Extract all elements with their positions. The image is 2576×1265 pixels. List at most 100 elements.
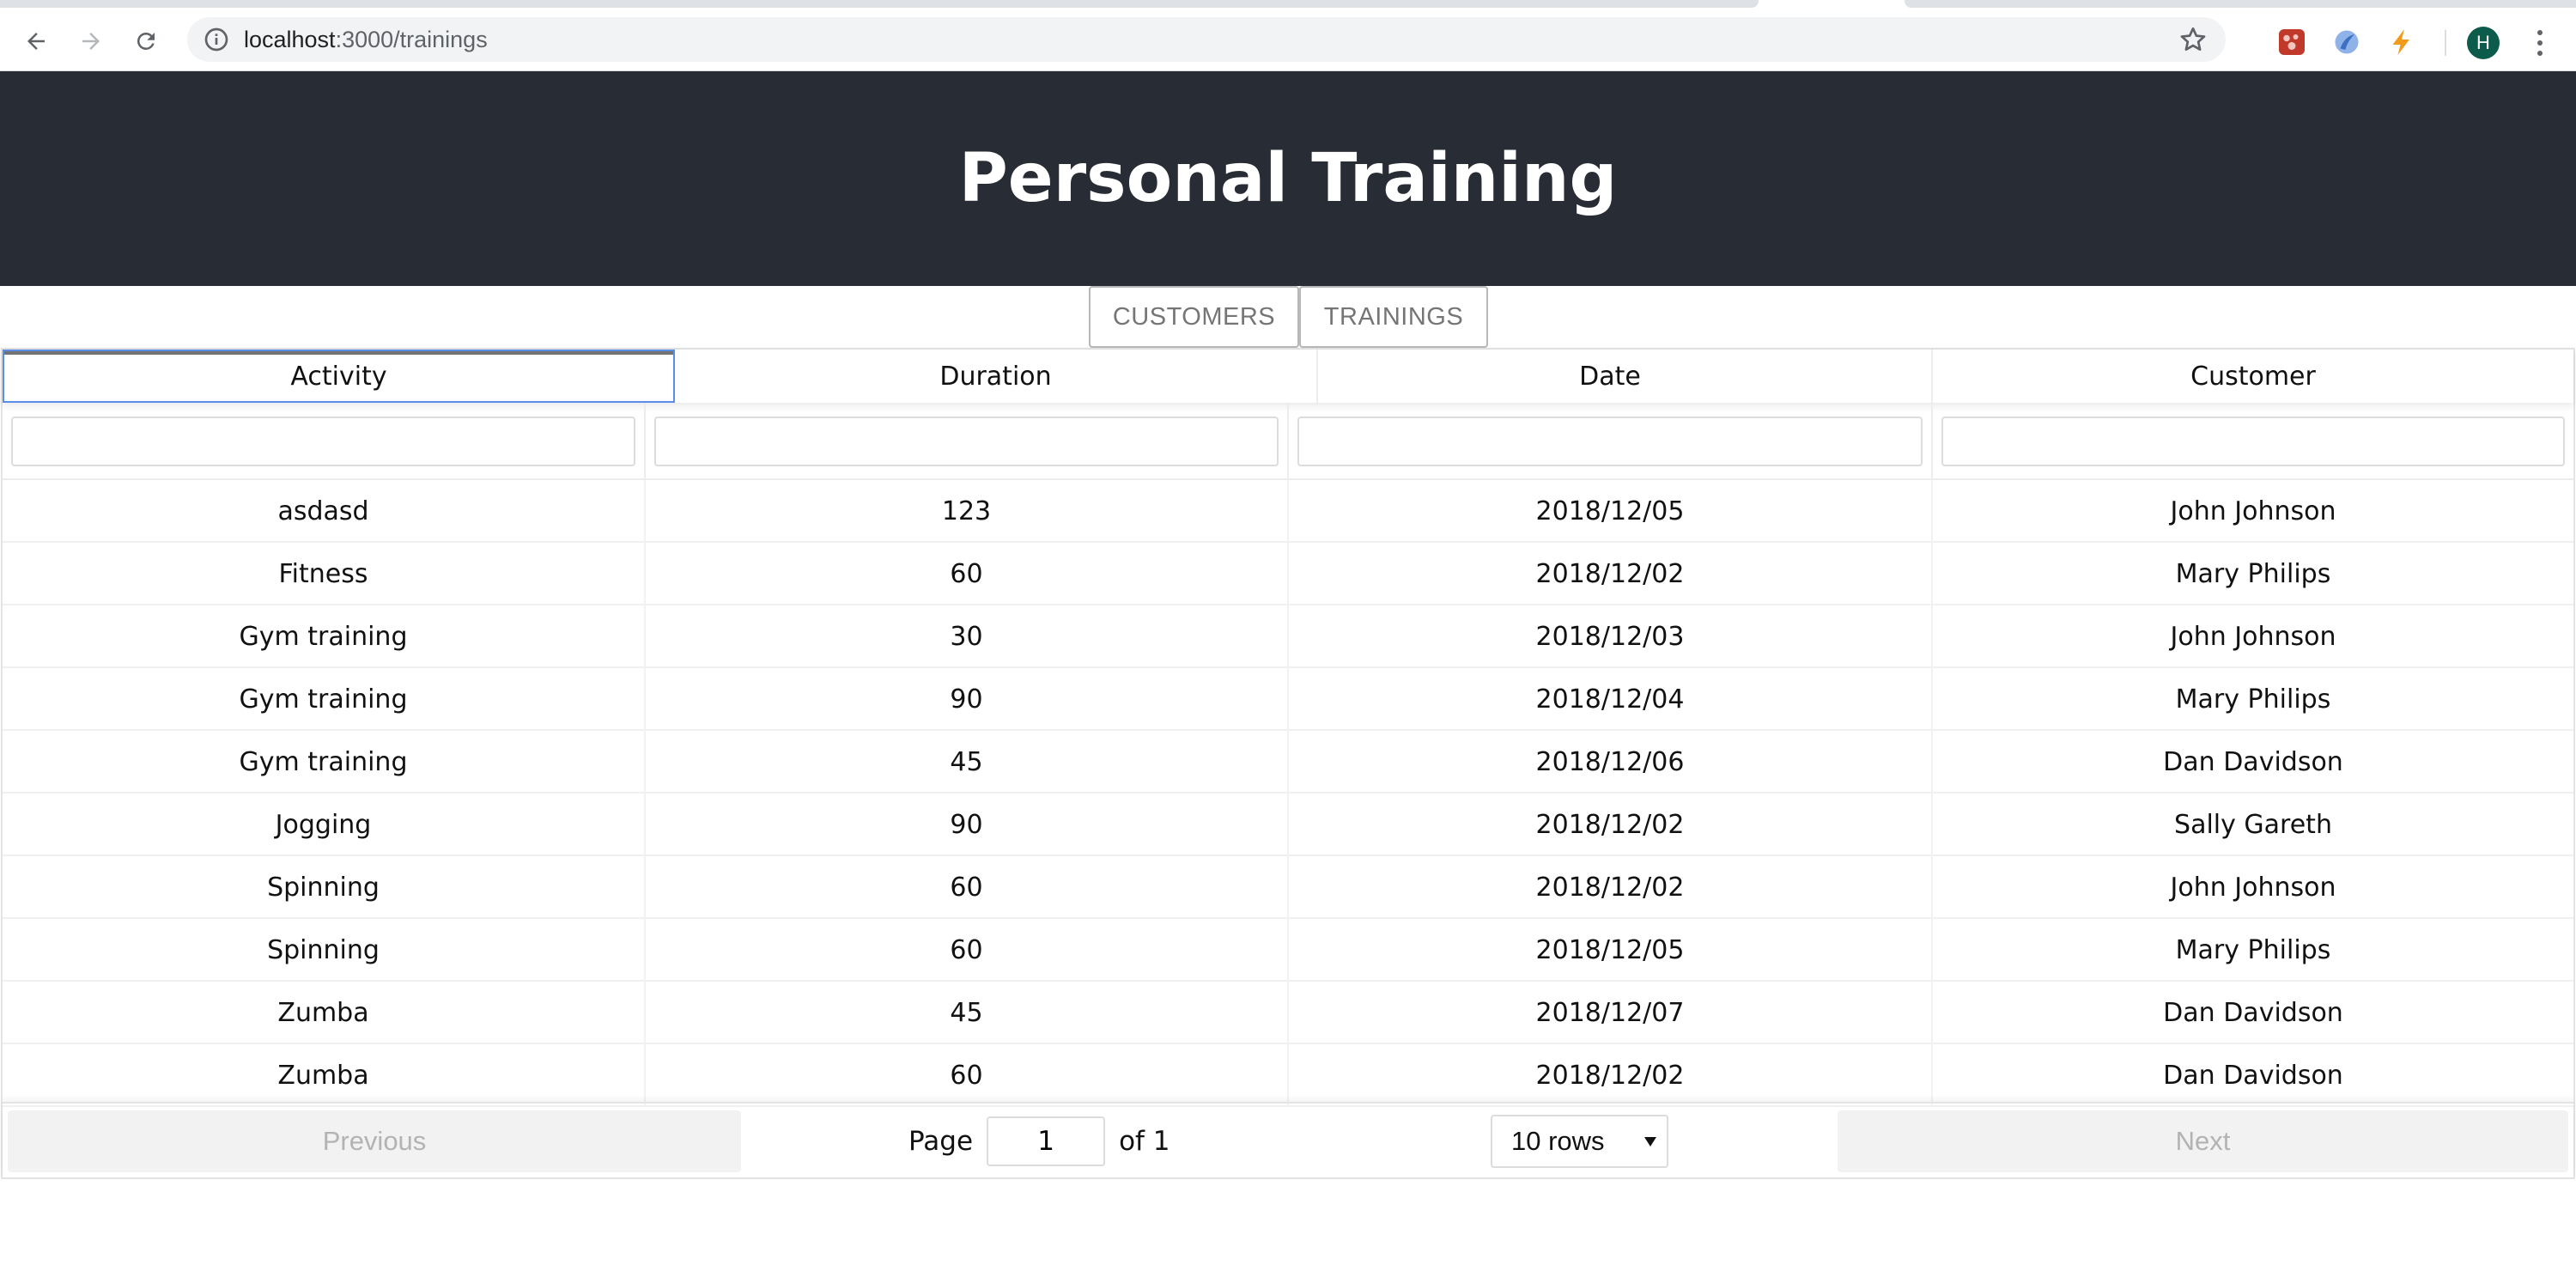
tab-strip [0,0,2576,8]
cell-date: 2018/12/02 [1289,794,1933,856]
filter-cell-customer [1933,403,2573,480]
filter-input-activity[interactable] [11,417,635,466]
table-row[interactable]: Gym training 90 2018/12/04 Mary Philips [3,668,2573,731]
cell-customer: John Johnson [2170,873,2336,903]
page-info: Page of 1 [908,1110,1170,1172]
table-row[interactable]: Gym training 45 2018/12/06 Dan Davidson [3,731,2573,794]
cell-customer: Dan Davidson [2163,998,2343,1028]
url-path: :3000/trainings [335,27,488,52]
address-bar[interactable]: localhost:3000/trainings [187,17,2226,62]
back-button[interactable] [17,22,55,60]
table-row[interactable]: Zumba 60 2018/12/02 Dan Davidson [3,1044,2573,1107]
extension-blue-icon[interactable] [2331,27,2362,58]
column-header-duration[interactable]: Duration [675,350,1318,403]
page-title: Personal Training [958,140,1618,217]
dropdown-caret-icon [1644,1137,1656,1146]
forward-arrow-icon [82,33,100,50]
cell-duration: 60 [646,919,1289,982]
cell-duration: 30 [646,605,1289,668]
back-arrow-icon [27,33,45,50]
bookmark-star-icon[interactable] [2178,24,2208,55]
tab-strip-bg-right [1905,0,2576,8]
table-row[interactable]: Fitness 60 2018/12/02 Mary Philips [3,543,2573,605]
cell-date: 2018/12/06 [1289,731,1933,794]
cell-duration: 60 [646,543,1289,605]
cell-activity: Jogging [3,794,646,856]
info-icon[interactable] [203,26,230,53]
filter-input-customer[interactable] [1941,417,2565,466]
browser-menu-icon[interactable] [2528,27,2552,59]
filter-cell-date [1289,403,1933,480]
reload-button[interactable] [127,22,165,60]
extension-red-icon[interactable] [2276,27,2307,58]
cell-date: 2018/12/05 [1289,480,1933,543]
cell-customer: Mary Philips [2175,935,2331,965]
cell-date: 2018/12/05 [1289,919,1933,982]
pagination: Previous Page of 1 10 rows Next [3,1102,2573,1177]
cell-activity: Zumba [3,982,646,1044]
cell-duration: 90 [646,794,1289,856]
cell-duration: 123 [646,480,1289,543]
filter-input-date[interactable] [1297,417,1923,466]
table-header: Activity Duration Date Customer [3,350,2573,403]
filter-input-duration[interactable] [654,417,1279,466]
cell-activity: Gym training [3,731,646,794]
cell-date: 2018/12/02 [1289,856,1933,919]
cell-customer: Sally Gareth [2174,810,2332,840]
table-row[interactable]: Jogging 90 2018/12/02 Sally Gareth [3,794,2573,856]
page-total: of 1 [1119,1126,1170,1157]
cell-duration: 45 [646,731,1289,794]
column-header-customer[interactable]: Customer [1933,350,2573,403]
cell-customer: Dan Davidson [2163,747,2343,777]
rows-per-page-select[interactable]: 10 rows [1491,1115,1668,1168]
next-button[interactable]: Next [1838,1110,2568,1172]
page-label: Page [908,1126,974,1157]
browser-toolbar: localhost:3000/trainings H [0,8,2576,71]
table-row[interactable]: Zumba 45 2018/12/07 Dan Davidson [3,982,2573,1044]
trainings-table: Activity Duration Date Customer asdasd 1… [1,348,2575,1179]
table-row[interactable]: Gym training 30 2018/12/03 John Johnson [3,605,2573,668]
cell-activity: Gym training [3,605,646,668]
filter-cell-duration [646,403,1289,480]
cell-customer: John Johnson [2170,622,2336,652]
column-header-activity[interactable]: Activity [3,350,675,403]
forward-button[interactable] [72,22,110,60]
cell-duration: 90 [646,668,1289,731]
filter-cell-activity [3,403,646,480]
table-row[interactable]: Spinning 60 2018/12/05 Mary Philips [3,919,2573,982]
cell-customer: Mary Philips [2175,559,2331,589]
lightning-extension-icon[interactable] [2386,27,2417,58]
reload-icon [137,32,155,50]
cell-customer: John Johnson [2170,496,2336,526]
rows-per-page-value: 10 rows [1511,1126,1605,1156]
page-number-input[interactable] [987,1116,1106,1166]
toolbar-separator [2445,30,2446,56]
url-text[interactable]: localhost:3000/trainings [244,17,488,62]
customers-button[interactable]: CUSTOMERS [1089,286,1299,348]
previous-button[interactable]: Previous [8,1110,741,1172]
table-row[interactable]: asdasd 123 2018/12/05 John Johnson [3,480,2573,543]
profile-avatar[interactable]: H [2467,27,2500,59]
cell-date: 2018/12/02 [1289,543,1933,605]
table-row[interactable]: Spinning 60 2018/12/02 John Johnson [3,856,2573,919]
app-header: Personal Training [0,71,2576,286]
cell-duration: 60 [646,856,1289,919]
cell-customer: Dan Davidson [2163,1061,2343,1091]
trainings-button[interactable]: TRAININGS [1299,286,1488,348]
cell-duration: 60 [646,1044,1289,1107]
cell-date: 2018/12/04 [1289,668,1933,731]
cell-date: 2018/12/07 [1289,982,1933,1044]
cell-customer: Mary Philips [2175,684,2331,715]
cell-date: 2018/12/03 [1289,605,1933,668]
url-host: localhost [244,27,336,52]
cell-activity: Zumba [3,1044,646,1107]
cell-activity: Spinning [3,856,646,919]
tab-strip-bg-left [0,0,1759,8]
cell-duration: 45 [646,982,1289,1044]
cell-activity: asdasd [3,480,646,543]
cell-activity: Gym training [3,668,646,731]
filter-row [3,403,2573,480]
cell-activity: Spinning [3,919,646,982]
column-header-date[interactable]: Date [1289,350,1933,403]
cell-date: 2018/12/02 [1289,1044,1933,1107]
